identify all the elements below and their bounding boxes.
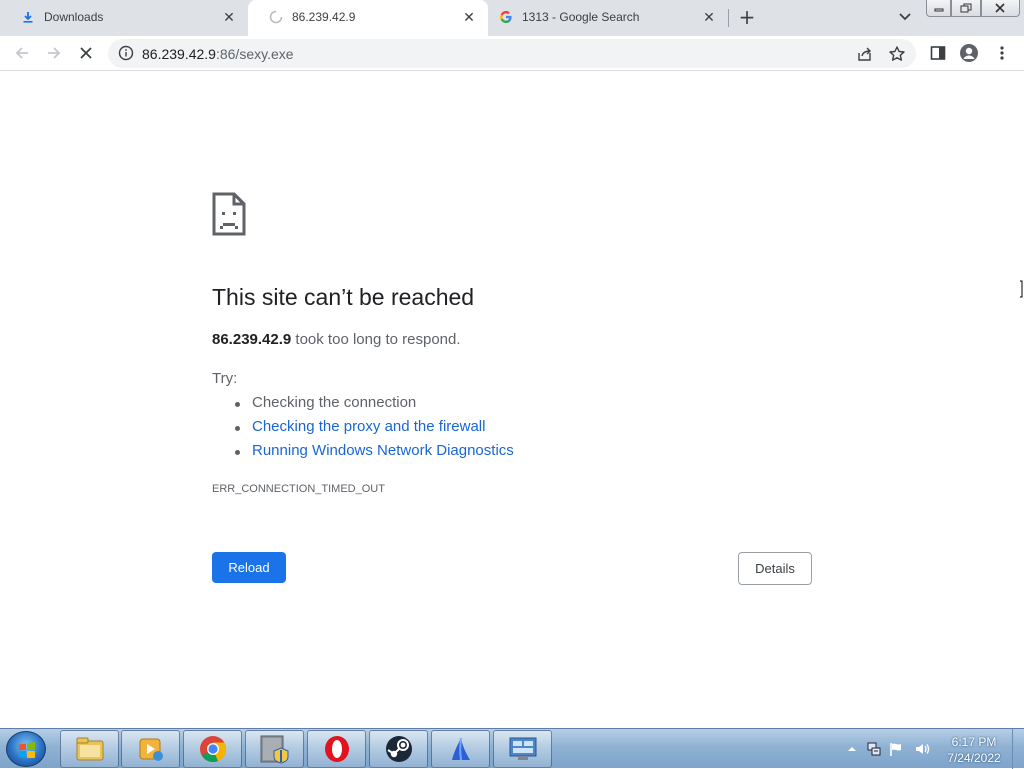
suggestion-list: Checking the connection Checking the pro… bbox=[235, 394, 514, 466]
address-bar[interactable]: 86.239.42.9:86/sexy.exe bbox=[108, 39, 916, 68]
tab-downloads[interactable]: Downloads ✕ bbox=[0, 0, 248, 34]
taskbar: 6:17 PM 7/24/2022 bbox=[0, 728, 1024, 769]
suggestion-proxy-firewall-link[interactable]: Checking the proxy and the firewall bbox=[235, 418, 514, 442]
windows-logo-icon bbox=[19, 742, 35, 758]
url-path: :86/sexy.exe bbox=[215, 46, 294, 62]
file-explorer-icon bbox=[76, 737, 103, 761]
taskbar-sail-app[interactable] bbox=[431, 730, 490, 768]
url-text: 86.239.42.9:86/sexy.exe bbox=[142, 46, 294, 62]
tab-search-chevron-icon[interactable] bbox=[896, 8, 914, 26]
try-label: Try: bbox=[212, 370, 238, 387]
taskbar-control-panel[interactable] bbox=[493, 730, 552, 768]
taskbar-media-player[interactable] bbox=[121, 730, 180, 768]
error-code: ERR_CONNECTION_TIMED_OUT bbox=[212, 483, 385, 495]
chrome-icon bbox=[199, 736, 226, 763]
google-icon bbox=[498, 9, 514, 25]
error-page: This site can’t be reached 86.239.42.9 t… bbox=[0, 72, 1024, 728]
tab-strip: Downloads ✕ 86.239.42.9 ✕ 1313 - Google … bbox=[0, 0, 1024, 36]
close-window-button[interactable] bbox=[980, 0, 1020, 17]
profile-avatar-icon[interactable] bbox=[959, 43, 979, 63]
minimize-button[interactable] bbox=[926, 0, 952, 17]
taskbar-installer[interactable] bbox=[245, 730, 304, 768]
back-arrow-icon[interactable] bbox=[12, 43, 32, 63]
clock-time: 6:17 PM bbox=[951, 735, 997, 749]
details-button[interactable]: Details bbox=[738, 552, 812, 585]
taskbar-clock[interactable]: 6:17 PM 7/24/2022 bbox=[934, 734, 1014, 766]
network-icon[interactable] bbox=[866, 741, 882, 757]
summary-text: took too long to respond. bbox=[291, 331, 461, 348]
browser-toolbar: 86.239.42.9:86/sexy.exe bbox=[0, 36, 1024, 71]
taskbar-opera[interactable] bbox=[307, 730, 366, 768]
taskbar-steam[interactable] bbox=[369, 730, 428, 768]
bookmark-star-icon[interactable] bbox=[888, 45, 906, 63]
error-heading: This site can’t be reached bbox=[212, 284, 475, 310]
tab-active-page[interactable]: 86.239.42.9 ✕ bbox=[248, 0, 488, 36]
control-panel-icon bbox=[509, 737, 536, 760]
tab-title: 86.239.42.9 bbox=[292, 10, 356, 24]
stop-loading-icon[interactable] bbox=[76, 43, 96, 63]
new-tab-button[interactable]: + bbox=[736, 5, 758, 29]
sad-document-icon bbox=[212, 192, 246, 236]
tab-title: Downloads bbox=[44, 10, 104, 24]
installer-icon bbox=[260, 735, 288, 764]
share-icon[interactable] bbox=[856, 45, 874, 63]
show-hidden-icons-icon[interactable] bbox=[844, 741, 860, 757]
window-controls bbox=[926, 0, 1020, 18]
action-center-flag-icon[interactable] bbox=[888, 741, 904, 757]
download-icon bbox=[20, 9, 36, 25]
sail-app-icon bbox=[451, 737, 470, 761]
show-desktop-button[interactable] bbox=[1012, 729, 1024, 769]
browser-window: Downloads ✕ 86.239.42.9 ✕ 1313 - Google … bbox=[0, 0, 1024, 728]
tab-title: 1313 - Google Search bbox=[522, 10, 640, 24]
volume-icon[interactable] bbox=[914, 741, 930, 757]
opera-icon bbox=[324, 736, 349, 762]
suggestion-check-connection: Checking the connection bbox=[235, 394, 514, 418]
summary-host: 86.239.42.9 bbox=[212, 331, 292, 348]
steam-icon bbox=[385, 736, 412, 762]
close-tab-icon[interactable]: ✕ bbox=[700, 8, 718, 26]
loading-spinner-icon bbox=[268, 9, 284, 25]
close-tab-icon[interactable]: ✕ bbox=[220, 8, 238, 26]
error-summary: 86.239.42.9 took too long to respond. bbox=[212, 331, 461, 348]
menu-kebab-icon[interactable] bbox=[992, 43, 1012, 63]
mouse-cursor-icon bbox=[1019, 280, 1024, 298]
url-host: 86.239.42.9 bbox=[142, 46, 216, 62]
restore-button[interactable] bbox=[951, 0, 981, 17]
taskbar-file-explorer[interactable] bbox=[60, 730, 119, 768]
tab-google-search[interactable]: 1313 - Google Search ✕ bbox=[488, 0, 728, 34]
media-player-icon bbox=[139, 738, 163, 761]
side-panel-icon[interactable] bbox=[928, 43, 948, 63]
reload-button[interactable]: Reload bbox=[212, 552, 286, 583]
close-tab-icon[interactable]: ✕ bbox=[460, 8, 478, 26]
suggestion-network-diagnostics-link[interactable]: Running Windows Network Diagnostics bbox=[235, 442, 514, 466]
taskbar-chrome[interactable] bbox=[183, 730, 242, 768]
start-button[interactable] bbox=[6, 731, 46, 767]
clock-date: 7/24/2022 bbox=[947, 751, 1001, 765]
forward-arrow-icon[interactable] bbox=[44, 43, 64, 63]
tab-divider bbox=[728, 9, 729, 27]
site-info-icon[interactable] bbox=[118, 45, 134, 61]
